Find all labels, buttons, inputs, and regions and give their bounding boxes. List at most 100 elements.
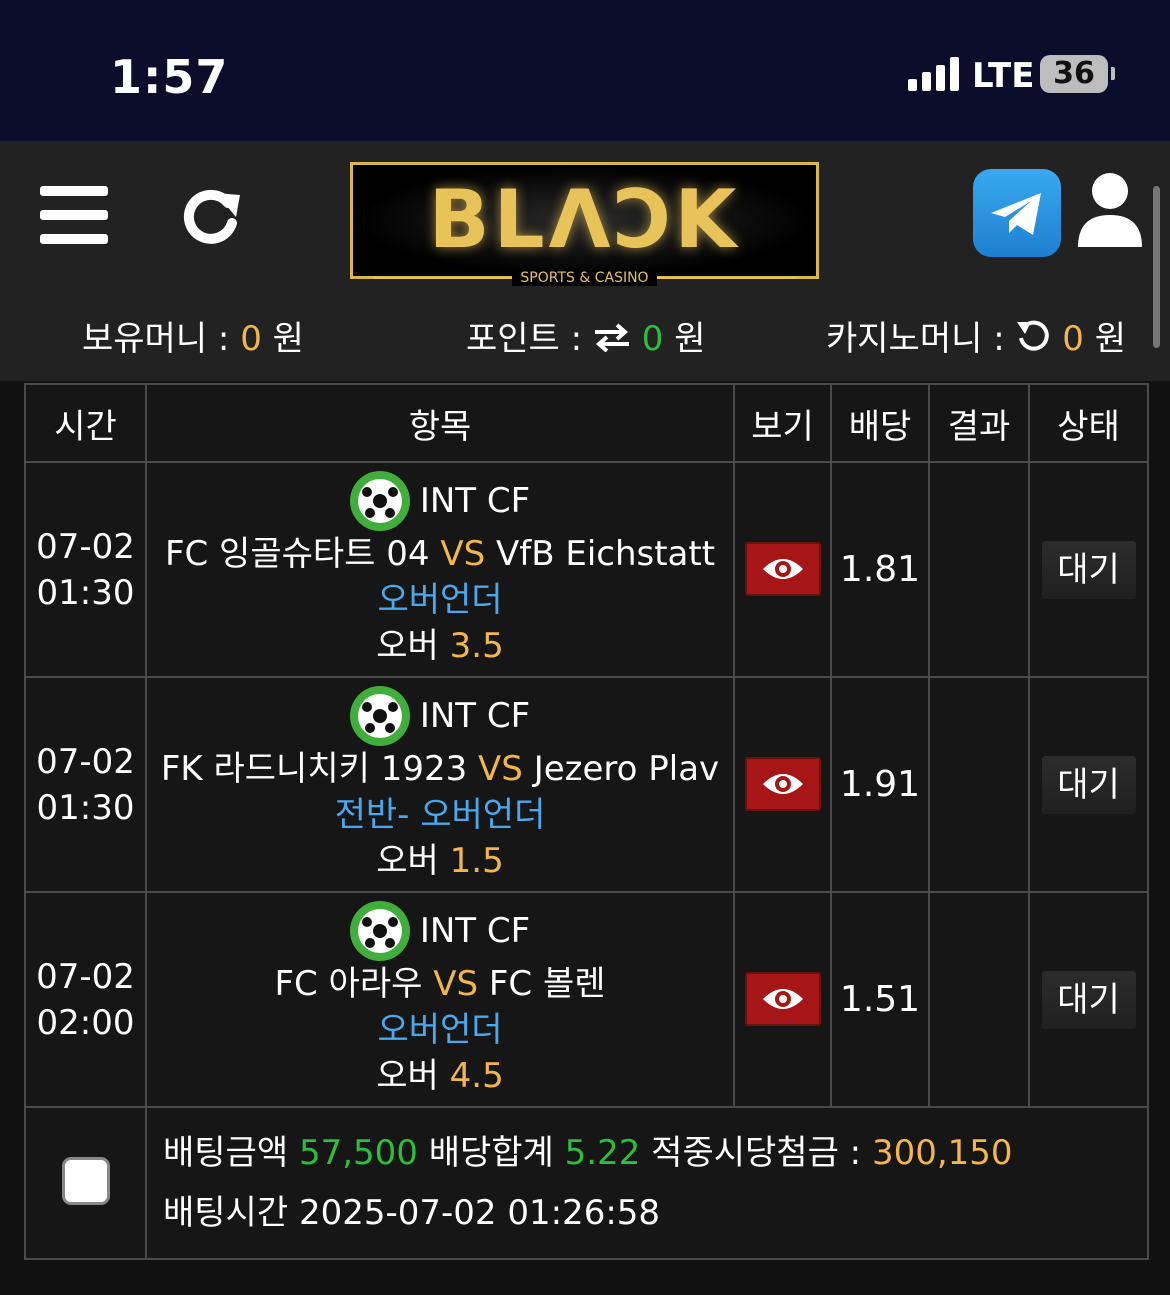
league-name: INT CF (419, 695, 531, 736)
match-time: 02:00 (36, 1002, 135, 1043)
pick-label: 오버 (376, 840, 439, 881)
app-header: BLΛϽK SPORTS & CASINO 보유머니 : 0 원 포인트 : 0… (0, 141, 1170, 381)
status-badge: 대기 (1041, 970, 1136, 1029)
money-unit: 원 (272, 319, 304, 359)
away-team: FC 볼렌 (488, 963, 606, 1004)
view-eye-button[interactable] (744, 541, 821, 596)
summary-line-2: 배팅시간 2025-07-02 01:26:58 (163, 1183, 1147, 1243)
match-date: 07-02 (36, 741, 135, 782)
battery-icon: 36 (1040, 55, 1108, 93)
money-balance: 보유머니 : 0 원 (82, 311, 304, 360)
odds-cell: 1.51 (830, 891, 930, 1108)
eye-icon (762, 988, 803, 1009)
header-item: 항목 (145, 383, 735, 463)
match-date: 07-02 (36, 956, 135, 997)
money-label: 보유머니 : (82, 319, 230, 359)
status-badge: 대기 (1041, 540, 1136, 599)
point-label: 포인트 : (466, 319, 583, 359)
away-team: VfB Eichstatt (495, 533, 716, 574)
pick-label: 오버 (376, 625, 439, 666)
point-value: 0 (641, 319, 664, 359)
market-type: 전반- 오버언더 (334, 794, 546, 835)
bet-time-label: 배팅시간 (163, 1193, 289, 1233)
pick-value: 3.5 (449, 625, 504, 666)
table-header-row: 시간 항목 보기 배당 결과 상태 (24, 383, 1149, 463)
user-profile-icon[interactable] (1076, 171, 1144, 249)
result-cell (928, 676, 1030, 893)
payout-value: 300,150 (871, 1133, 1013, 1173)
bet-amount: 57,500 (298, 1133, 418, 1173)
pick-value: 4.5 (449, 1055, 504, 1096)
header-view: 보기 (733, 383, 832, 463)
view-eye-button[interactable] (744, 756, 821, 811)
odds-total: 5.22 (564, 1133, 641, 1173)
status-cell: 대기 (1028, 461, 1149, 678)
header-status: 상태 (1028, 383, 1149, 463)
casino-balance: 카지노머니 : 0 원 (826, 311, 1126, 363)
battery-level: 36 (1053, 56, 1095, 91)
home-team: FC 잉골슈타트 04 (164, 533, 430, 574)
item-cell: INT CF FK 라드니치키 1923 VS Jezero Plav 전반- … (145, 676, 735, 893)
table-row: 07-02 02:00 INT CF FC 아라우 VS FC 볼렌 오버언더 … (24, 891, 1149, 1108)
select-cell (24, 1106, 147, 1260)
scrollbar[interactable] (1153, 186, 1160, 348)
status-bar: 1:57 LTE 36 (0, 0, 1170, 141)
summary-line-1: 배팅금액 57,500 배당합계 5.22 적중시당첨금 : 300,150 (163, 1123, 1147, 1183)
refresh-icon[interactable] (178, 183, 244, 249)
league-name: INT CF (419, 480, 531, 521)
table-row: 07-02 01:30 INT CF FC 잉골슈타트 04 VS VfB Ei… (24, 461, 1149, 678)
hamburger-menu-icon[interactable] (40, 186, 108, 244)
eye-icon (762, 558, 803, 579)
casino-label: 카지노머니 : (826, 319, 1005, 359)
bet-history-table: 시간 항목 보기 배당 결과 상태 07-02 01:30 INT CF FC … (24, 383, 1149, 1260)
odds-cell: 1.81 (830, 461, 930, 678)
view-cell (733, 891, 832, 1108)
status-time: 1:57 (110, 50, 229, 104)
status-cell: 대기 (1028, 676, 1149, 893)
status-badge: 대기 (1041, 755, 1136, 814)
league-name: INT CF (419, 910, 531, 951)
market-type: 오버언더 (377, 1009, 503, 1050)
vs-label: VS (440, 533, 486, 574)
header-time: 시간 (24, 383, 147, 463)
item-cell: INT CF FC 잉골슈타트 04 VS VfB Eichstatt 오버언더… (145, 461, 735, 678)
pick-label: 오버 (376, 1055, 439, 1096)
point-unit: 원 (674, 319, 706, 359)
bet-amount-label: 배팅금액 (163, 1133, 289, 1173)
odds-total-label: 배당합계 (428, 1133, 554, 1173)
bet-summary-row: 배팅금액 57,500 배당합계 5.22 적중시당첨금 : 300,150 배… (24, 1106, 1149, 1260)
match-teams: FC 아라우 VS FC 볼렌 (147, 961, 733, 1007)
view-cell (733, 676, 832, 893)
payout-label: 적중시당첨금 : (651, 1133, 862, 1173)
result-cell (928, 891, 1030, 1108)
pick-line: 오버 1.5 (147, 838, 733, 884)
logo-wordmark: BLΛϽK (428, 173, 741, 266)
pick-line: 오버 4.5 (147, 1053, 733, 1099)
brand-logo[interactable]: BLΛϽK SPORTS & CASINO (350, 162, 819, 286)
select-checkbox[interactable] (61, 1157, 110, 1205)
money-value: 0 (240, 319, 262, 359)
undo-arrow-icon[interactable] (1015, 318, 1051, 363)
away-team: Jezero Plav (533, 748, 720, 789)
casino-value: 0 (1062, 319, 1084, 359)
time-cell: 07-02 02:00 (24, 891, 147, 1108)
vs-label: VS (433, 963, 479, 1004)
bet-time: 2025-07-02 01:26:58 (298, 1193, 661, 1233)
time-cell: 07-02 01:30 (24, 676, 147, 893)
view-eye-button[interactable] (744, 971, 821, 1026)
pick-value: 1.5 (449, 840, 504, 881)
pick-line: 오버 3.5 (147, 623, 733, 669)
eye-icon (762, 773, 803, 794)
logo-subtitle: SPORTS & CASINO (512, 270, 657, 286)
exchange-arrows-icon[interactable] (593, 321, 631, 361)
match-time: 01:30 (36, 572, 135, 613)
odds-cell: 1.91 (830, 676, 930, 893)
signal-icon (908, 57, 960, 91)
match-time: 01:30 (36, 787, 135, 828)
item-cell: INT CF FC 아라우 VS FC 볼렌 오버언더 오버 4.5 (145, 891, 735, 1108)
soccer-ball-icon (349, 900, 410, 961)
battery-nub (1111, 67, 1115, 80)
soccer-ball-icon (349, 685, 410, 746)
market-type: 오버언더 (377, 579, 503, 620)
telegram-icon[interactable] (973, 169, 1061, 257)
